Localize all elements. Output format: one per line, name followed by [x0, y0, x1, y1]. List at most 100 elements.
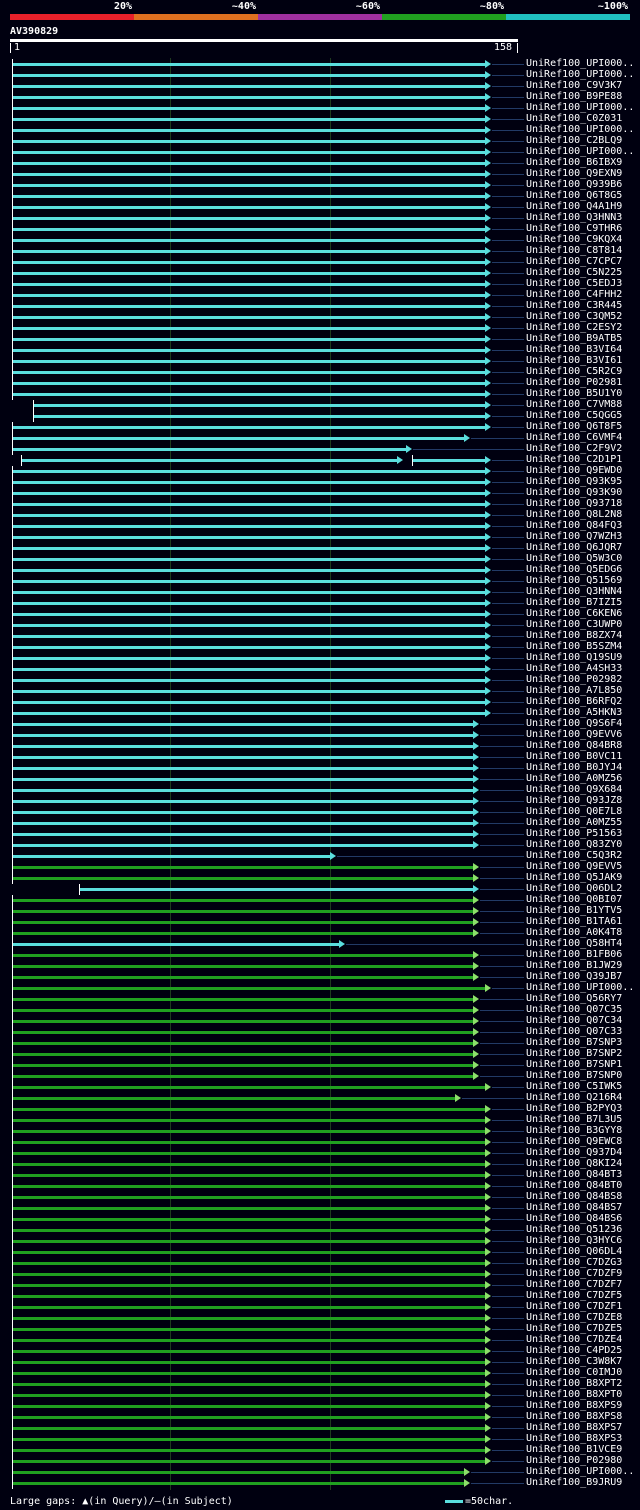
alignment-bar: [12, 547, 488, 550]
alignment-bar: [12, 1427, 488, 1430]
label-leader-line: [492, 1274, 524, 1275]
segment-start-tick: [12, 1214, 13, 1225]
alignment-bar: [12, 921, 476, 924]
label-leader-line: [492, 383, 524, 384]
label-leader-line: [492, 988, 524, 989]
segment-start-tick: [12, 730, 13, 741]
alignment-bar: [12, 228, 488, 231]
label-leader-line: [492, 680, 524, 681]
segment-start-tick: [12, 158, 13, 169]
segment-start-tick: [12, 488, 13, 499]
alignment-bar: [12, 1383, 488, 1386]
alignment-bar: [12, 1031, 476, 1034]
alignment-bar: [21, 459, 401, 462]
alignment-bar: [12, 470, 488, 473]
alignment-bar: [12, 283, 488, 286]
alignment-bar: [12, 811, 476, 814]
alignment-end-arrow-icon: [472, 1061, 479, 1069]
alignment-end-arrow-icon: [485, 522, 491, 530]
alignment-end-arrow-icon: [472, 918, 479, 926]
alignment-bar: [12, 316, 488, 319]
alignment-end-arrow-icon: [485, 709, 491, 717]
alignment-bar: [12, 536, 488, 539]
label-leader-line: [492, 240, 524, 241]
alignment-bar: [12, 107, 488, 110]
alignment-bar: [12, 657, 488, 660]
label-leader-line: [346, 944, 524, 945]
alignment-bar: [12, 580, 488, 583]
segment-start-tick: [12, 785, 13, 796]
label-leader-line: [492, 559, 524, 560]
hit-row[interactable]: UniRef100_B9JRU9: [0, 1477, 640, 1489]
segment-start-tick: [12, 301, 13, 312]
segment-start-tick: [12, 565, 13, 576]
alignment-bar: [12, 349, 488, 352]
label-leader-line: [479, 966, 524, 967]
alignment-bar: [12, 1141, 488, 1144]
alignment-end-arrow-icon: [485, 1391, 491, 1399]
alignment-bar: [12, 1229, 488, 1232]
alignment-bar: [33, 415, 488, 418]
segment-start-tick: [12, 939, 13, 950]
label-leader-line: [492, 86, 524, 87]
alignment-end-arrow-icon: [472, 1028, 479, 1036]
alignment-bar: [12, 822, 476, 825]
hit-label-link[interactable]: UniRef100_B9JRU9: [526, 1477, 640, 1489]
segment-start-tick: [12, 290, 13, 301]
alignment-bar: [12, 1042, 476, 1045]
alignment-end-arrow-icon: [485, 159, 491, 167]
alignment-end-arrow-icon: [485, 511, 491, 519]
label-leader-line: [492, 1219, 524, 1220]
hit-list: UniRef100_UPI000.. UniRef100_UPI000.. UniR…: [0, 0, 640, 1510]
alignment-end-arrow-icon: [485, 1325, 491, 1333]
label-leader-line: [479, 889, 524, 890]
segment-start-tick: [12, 1181, 13, 1192]
label-leader-line: [492, 1120, 524, 1121]
label-leader-line: [492, 471, 524, 472]
alignment-bar: [12, 899, 476, 902]
label-leader-line: [479, 735, 524, 736]
alignment-bar: [12, 1416, 488, 1419]
label-leader-line: [492, 130, 524, 131]
segment-start-tick: [412, 455, 414, 466]
label-leader-line: [492, 1263, 524, 1264]
segment-start-tick: [12, 1302, 13, 1313]
alignment-bar: [12, 371, 488, 374]
alignment-bar: [12, 624, 488, 627]
alignment-end-arrow-icon: [485, 60, 491, 68]
segment-start-tick: [12, 587, 13, 598]
label-leader-line: [492, 119, 524, 120]
segment-start-tick: [12, 1445, 13, 1456]
segment-start-tick: [12, 268, 13, 279]
label-leader-line: [492, 592, 524, 593]
label-leader-line: [479, 977, 524, 978]
alignment-end-arrow-icon: [472, 962, 479, 970]
alignment-bar: [12, 1130, 488, 1133]
label-leader-line: [492, 1252, 524, 1253]
alignment-bar: [12, 602, 488, 605]
segment-start-tick: [12, 521, 13, 532]
segment-start-tick: [33, 411, 35, 422]
alignment-bar: [12, 118, 488, 121]
label-leader-line: [492, 1153, 524, 1154]
alignment-bar: [12, 1064, 476, 1067]
alignment-end-arrow-icon: [485, 1127, 491, 1135]
segment-start-tick: [12, 499, 13, 510]
alignment-end-arrow-icon: [485, 577, 491, 585]
label-leader-line: [492, 482, 524, 483]
label-leader-line: [492, 1142, 524, 1143]
alignment-bar: [12, 1251, 488, 1254]
segment-start-tick: [12, 246, 13, 257]
alignment-end-arrow-icon: [406, 445, 413, 453]
alignment-end-arrow-icon: [485, 335, 491, 343]
alignment-end-arrow-icon: [485, 1182, 491, 1190]
alignment-end-arrow-icon: [485, 467, 491, 475]
alignment-end-arrow-icon: [472, 764, 479, 772]
segment-start-tick: [12, 444, 13, 455]
label-leader-line: [492, 1362, 524, 1363]
alignment-end-arrow-icon: [472, 786, 479, 794]
alignment-end-arrow-icon: [485, 1226, 491, 1234]
alignment-end-arrow-icon: [472, 720, 479, 728]
alignment-end-arrow-icon: [485, 621, 491, 629]
label-leader-line: [479, 823, 524, 824]
